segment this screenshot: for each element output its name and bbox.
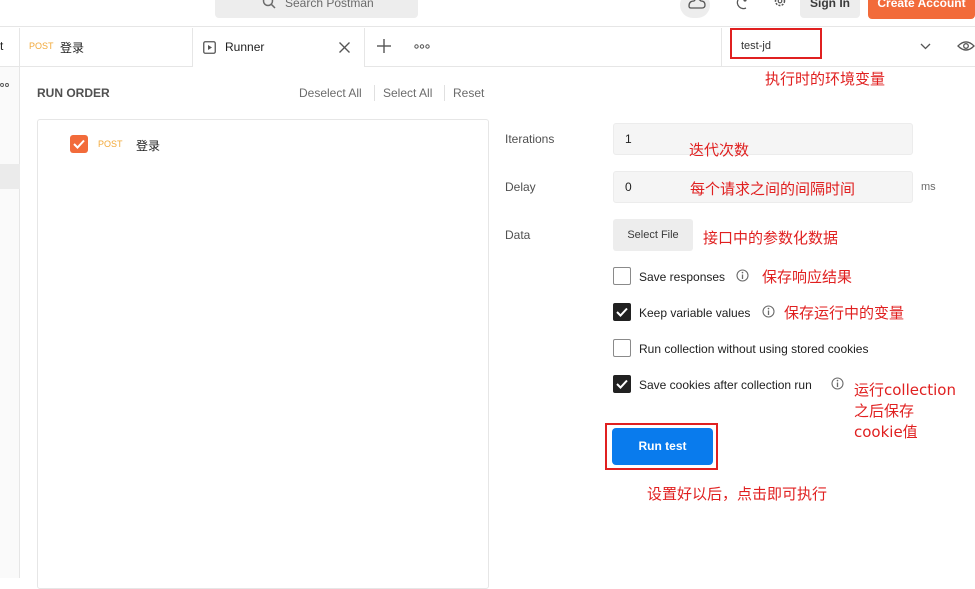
new-tab-plus-icon[interactable] xyxy=(377,39,391,53)
satellite-icon[interactable] xyxy=(735,0,751,10)
save-responses-label: Save responses xyxy=(639,270,726,284)
create-account-button[interactable]: Create Account xyxy=(868,0,975,19)
run-without-cookies-label: Run collection without using stored cook… xyxy=(639,342,869,356)
tab-runner-label: Runner xyxy=(225,40,265,54)
deselect-all-button[interactable]: Deselect All xyxy=(299,86,362,100)
sidebar-more-icon[interactable] xyxy=(0,82,12,88)
runner-icon xyxy=(203,41,216,54)
save-cookies-label: Save cookies after collection run xyxy=(639,378,812,392)
info-icon[interactable] xyxy=(831,377,844,390)
environment-value: test-jd xyxy=(741,40,771,52)
annotation-save-cookies-line3: cookie值 xyxy=(854,423,918,441)
sidebar xyxy=(0,67,20,578)
run-order-title: RUN ORDER xyxy=(37,86,110,100)
request-checkbox[interactable] xyxy=(70,135,88,153)
delay-label: Delay xyxy=(505,180,536,194)
sidebar-selected-item[interactable] xyxy=(0,164,20,189)
keep-variable-values-label: Keep variable values xyxy=(639,306,751,320)
delay-unit: ms xyxy=(921,181,936,193)
tab-login-label: 登录 xyxy=(60,41,85,55)
sign-in-button[interactable]: Sign In xyxy=(800,0,860,18)
run-without-cookies-checkbox[interactable] xyxy=(613,339,631,357)
reset-button[interactable]: Reset xyxy=(453,86,484,100)
save-cookies-checkbox[interactable] xyxy=(613,375,631,393)
iterations-label: Iterations xyxy=(505,132,555,146)
checkmark-icon xyxy=(616,379,628,389)
checkmark-icon xyxy=(616,307,628,317)
gear-icon[interactable] xyxy=(772,0,788,10)
annotation-keep-variables: 保存运行中的变量 xyxy=(784,304,905,322)
divider xyxy=(374,85,375,101)
annotation-save-cookies-line2: 之后保存 xyxy=(854,402,915,420)
annotation-data: 接口中的参数化数据 xyxy=(703,229,839,247)
tab-method-badge: POST xyxy=(29,41,54,51)
annotation-save-cookies-line1: 运行collection xyxy=(854,381,956,399)
search-input[interactable]: Search Postman xyxy=(215,0,418,18)
tab-partial-label: t xyxy=(0,39,4,53)
more-options-icon[interactable] xyxy=(414,44,430,49)
select-file-button[interactable]: Select File xyxy=(613,219,693,251)
checkmark-icon xyxy=(73,139,85,149)
info-icon[interactable] xyxy=(762,305,775,318)
tab-partial[interactable]: t xyxy=(0,28,20,66)
tab-runner[interactable]: Runner xyxy=(193,28,365,67)
request-method-badge: POST xyxy=(98,139,123,149)
annotation-environment: 执行时的环境变量 xyxy=(765,70,886,88)
close-icon[interactable] xyxy=(338,41,351,54)
annotation-run: 设置好以后，点击即可执行 xyxy=(647,485,828,503)
annotation-delay: 每个请求之间的间隔时间 xyxy=(690,180,856,198)
annotation-iterations: 迭代次数 xyxy=(689,141,750,159)
search-icon xyxy=(262,0,276,9)
tab-login-request[interactable]: POST 登录 xyxy=(20,28,193,66)
chevron-down-icon[interactable] xyxy=(920,43,931,50)
keep-variable-values-checkbox[interactable] xyxy=(613,303,631,321)
annotation-save-responses: 保存响应结果 xyxy=(762,268,853,286)
eye-icon[interactable] xyxy=(957,40,975,52)
request-name: 登录 xyxy=(136,139,161,153)
divider xyxy=(444,85,445,101)
data-label: Data xyxy=(505,228,531,242)
save-responses-checkbox[interactable] xyxy=(613,267,631,285)
run-order-list xyxy=(37,119,489,589)
run-test-button[interactable]: Run test xyxy=(612,428,713,465)
select-all-button[interactable]: Select All xyxy=(383,86,432,100)
info-icon[interactable] xyxy=(736,269,749,282)
cloud-sync-icon[interactable] xyxy=(680,0,710,18)
iterations-input[interactable]: 1 xyxy=(613,123,913,155)
